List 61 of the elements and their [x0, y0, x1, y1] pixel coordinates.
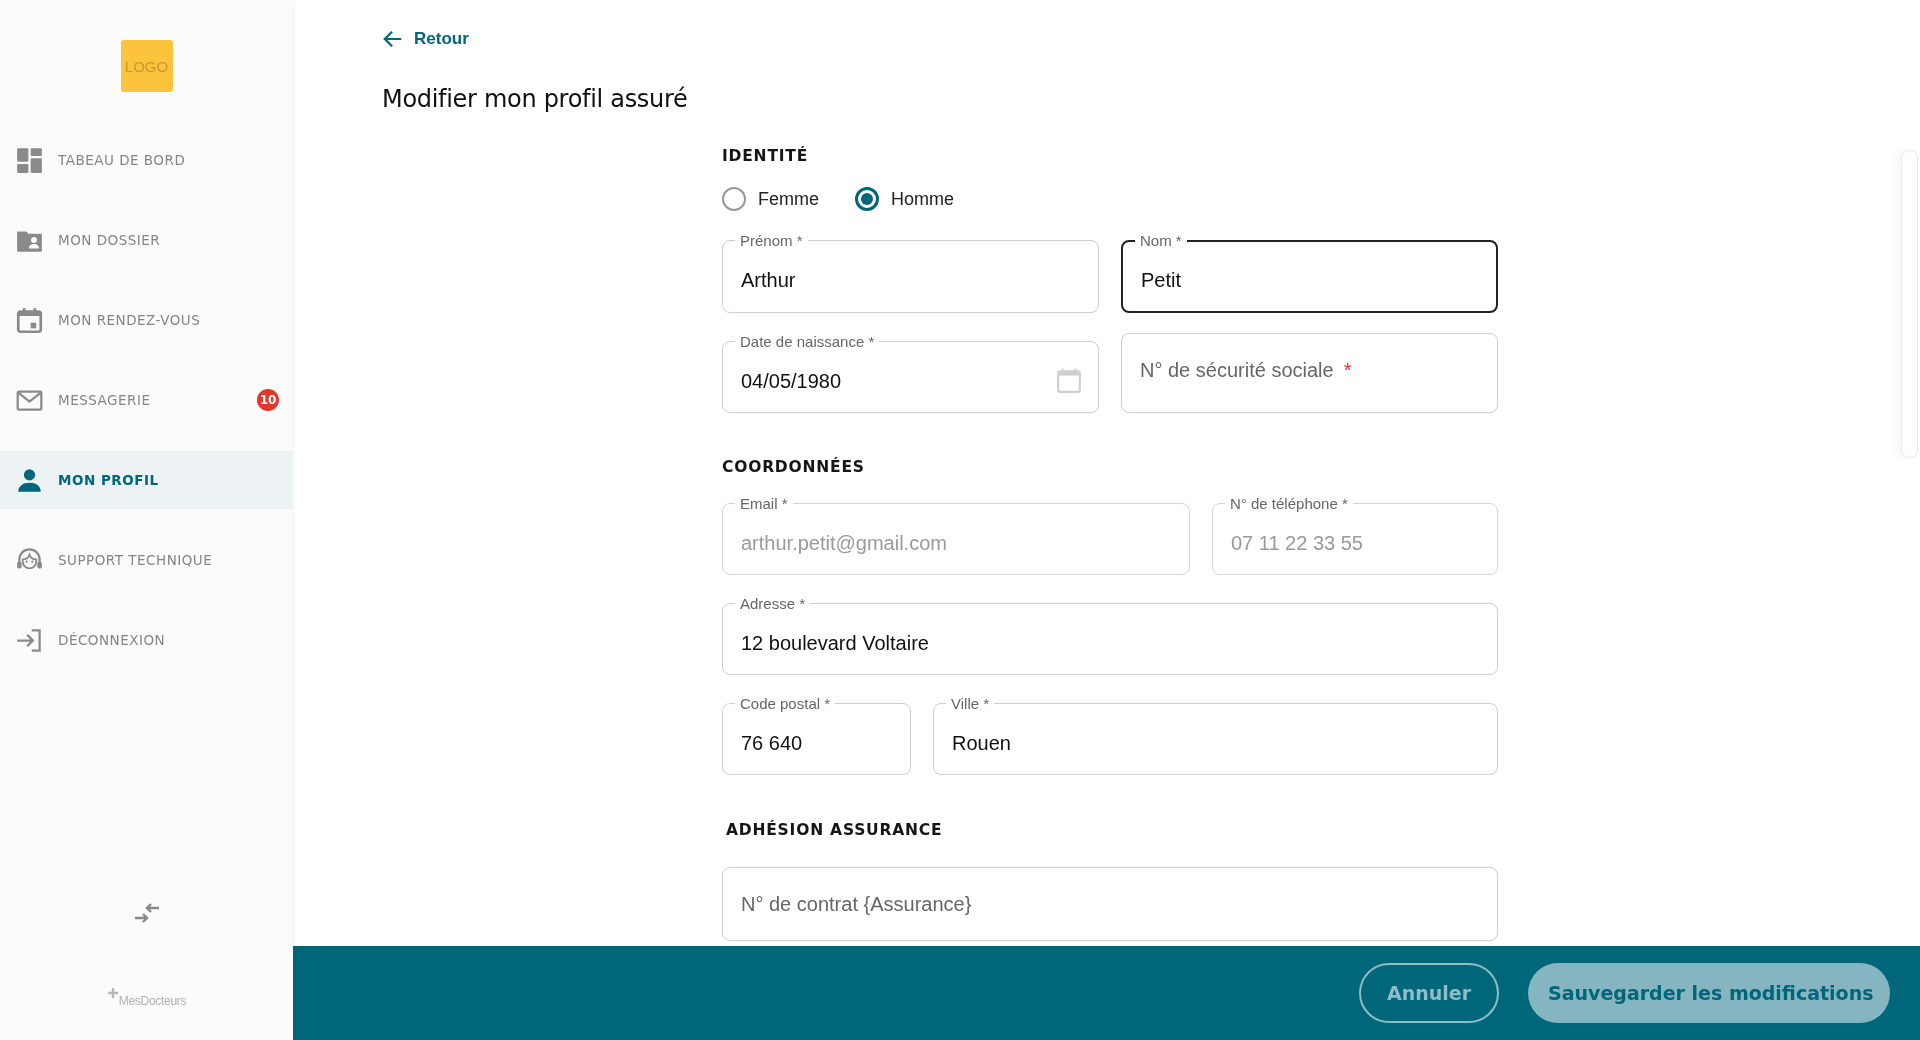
nav-label: MON DOSSIER — [58, 232, 162, 248]
input-field[interactable]: Adresse * 12 boulevard Voltaire — [722, 595, 1498, 675]
placeholder-text: N° de contrat {Assurance} — [741, 892, 972, 916]
nav-item[interactable]: MON DOSSIER — [0, 211, 293, 269]
scrollbar[interactable] — [1901, 150, 1918, 458]
nav-item[interactable]: TABEAU DE BORD — [0, 131, 293, 189]
back-link[interactable]: Retour — [382, 28, 469, 50]
collapse-icon[interactable] — [132, 903, 161, 923]
nav-item[interactable]: MESSAGERIE 10 — [0, 371, 293, 429]
nav-item[interactable]: DÉCONNEXION — [0, 611, 293, 669]
section-title: COORDONNÉES — [722, 458, 866, 476]
input-field[interactable]: Ville * Rouen — [933, 695, 1498, 775]
input-field[interactable]: Date de naissance * 04/05/1980 — [722, 333, 1099, 413]
input-field[interactable]: Code postal * 76 640 — [722, 695, 911, 775]
section-title: ADHÉSION ASSURANCE — [726, 821, 944, 839]
input-field[interactable]: Prénom * Arthur — [722, 232, 1099, 313]
field-value: 04/05/1980 — [741, 369, 842, 393]
calendar-icon[interactable] — [1056, 368, 1082, 394]
nav-label: TABEAU DE BORD — [58, 152, 187, 168]
field-value: 07 11 22 33 55 — [1231, 531, 1363, 555]
plus-icon — [106, 987, 119, 999]
nav-label: DÉCONNEXION — [58, 632, 167, 648]
nav-item[interactable]: MON PROFIL — [0, 451, 293, 509]
radio-icon[interactable] — [855, 187, 879, 211]
notification-badge: 10 — [257, 389, 279, 411]
section-title: IDENTITÉ — [722, 147, 810, 165]
nav-label: MESSAGERIE — [58, 392, 152, 408]
radio-option[interactable]: Femme — [722, 187, 819, 211]
brand-logo: MesDocteurs — [118, 994, 187, 1008]
input-field[interactable]: N° de sécurité sociale * — [1121, 333, 1498, 413]
page-title: Modifier mon profil assuré — [382, 84, 689, 114]
placeholder-text: N° de sécurité sociale — [1140, 358, 1334, 382]
user-icon — [16, 466, 43, 494]
field-label: N° de téléphone * — [1229, 495, 1349, 512]
field-value: arthur.petit@gmail.com — [741, 531, 947, 555]
field-label: Code postal * — [739, 695, 832, 712]
nav-label: MON PROFIL — [58, 472, 160, 488]
nav-label: SUPPORT TECHNIQUE — [58, 552, 214, 568]
cancel-button[interactable]: Annuler — [1359, 963, 1499, 1023]
nav-label: MON RENDEZ-VOUS — [58, 312, 202, 328]
calendar-icon — [16, 306, 43, 334]
back-arrow-icon — [382, 28, 404, 50]
nav-item[interactable]: SUPPORT TECHNIQUE — [0, 531, 293, 589]
field-value: 12 boulevard Voltaire — [741, 631, 929, 655]
field-value: Petit — [1141, 268, 1182, 292]
input-field[interactable]: N° de contrat {Assurance} — [722, 867, 1498, 941]
field-value: Rouen — [952, 731, 1011, 755]
field-label: Date de naissance * — [739, 333, 876, 350]
field-label: Adresse * — [739, 595, 807, 612]
radio-icon[interactable] — [722, 187, 746, 211]
field-value: Arthur — [741, 268, 796, 292]
required-mark: * — [1343, 358, 1352, 382]
field-label: Nom * — [1139, 232, 1183, 249]
field-label: Ville * — [950, 695, 991, 712]
nav-item[interactable]: MON RENDEZ-VOUS — [0, 291, 293, 349]
logout-icon — [16, 626, 43, 654]
field-label: Email * — [739, 495, 789, 512]
radio-option[interactable]: Homme — [855, 187, 955, 211]
dashboard-icon — [16, 146, 43, 174]
field-label: Prénom * — [739, 232, 804, 249]
field-value: 76 640 — [741, 731, 803, 755]
